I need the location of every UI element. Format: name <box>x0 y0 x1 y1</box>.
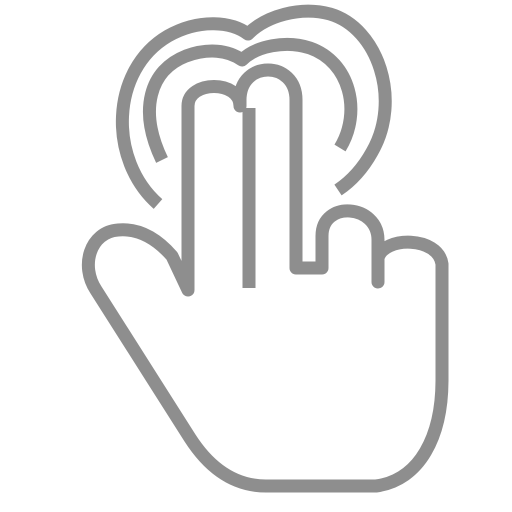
two-finger-tap-icon <box>81 4 449 493</box>
icon-canvas <box>0 0 512 512</box>
hand-outline <box>81 63 449 493</box>
